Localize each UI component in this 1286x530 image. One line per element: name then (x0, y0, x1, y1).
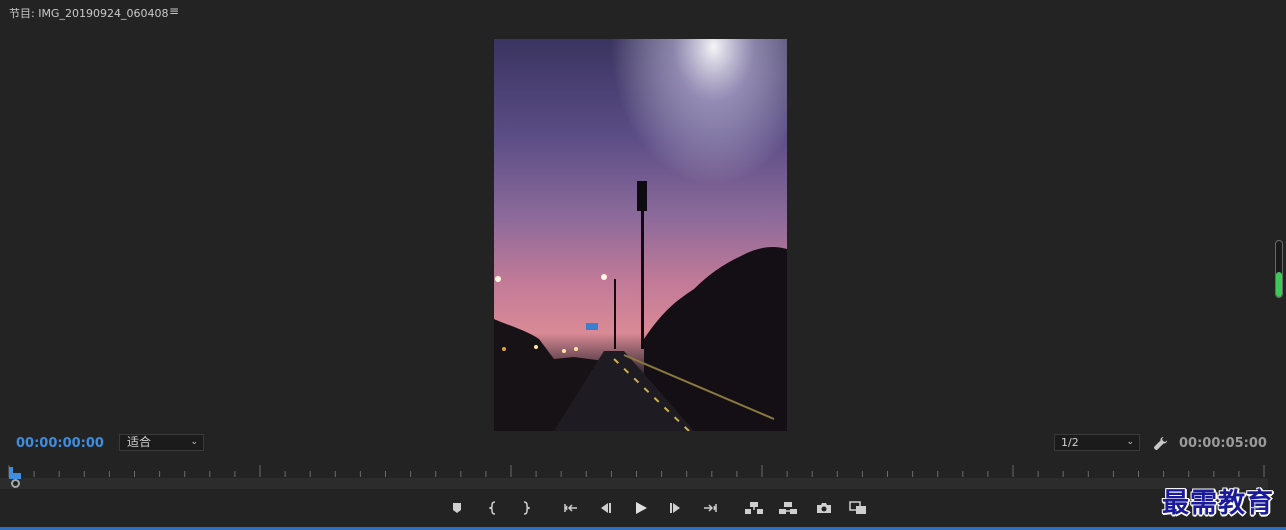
zoom-level-select[interactable]: 适合 ⌄ (119, 434, 204, 451)
step-back-button[interactable] (594, 497, 616, 519)
chevron-down-icon: ⌄ (1126, 437, 1134, 447)
comparison-view-icon (849, 501, 866, 514)
go-to-in-button[interactable] (560, 497, 582, 519)
lift-button[interactable] (743, 497, 765, 519)
zoom-level-value: 适合 (127, 435, 152, 449)
playback-resolution-value: 1/2 (1061, 436, 1079, 449)
lift-icon (745, 502, 763, 514)
go-to-out-button[interactable] (699, 497, 721, 519)
playhead-marker-icon[interactable] (9, 464, 21, 479)
export-frame-button[interactable] (813, 497, 835, 519)
mark-out-icon (523, 501, 530, 515)
play-button[interactable] (630, 497, 652, 519)
play-icon (636, 502, 647, 514)
scrub-handle[interactable] (11, 479, 20, 488)
camera-icon (817, 503, 831, 513)
chevron-down-icon: ⌄ (190, 437, 198, 447)
current-timecode[interactable]: 00:00:00:00 (16, 436, 104, 451)
comparison-view-button[interactable] (847, 497, 869, 519)
extract-icon (779, 502, 797, 514)
step-forward-button[interactable] (665, 497, 687, 519)
mark-in-button[interactable] (483, 497, 505, 519)
extract-button[interactable] (777, 497, 799, 519)
duration-timecode: 00:00:05:00 (1179, 436, 1267, 451)
marker-icon (453, 503, 461, 513)
add-button-icon[interactable]: + (1249, 500, 1261, 516)
panel-title: 节目: IMG_20190924_060408 (9, 7, 169, 20)
playback-resolution-select[interactable]: 1/2 ⌄ (1054, 434, 1140, 451)
panel-menu-icon[interactable]: ≡ (169, 4, 179, 18)
mark-in-icon (489, 501, 496, 515)
scrub-bar[interactable] (0, 478, 1268, 489)
program-video-frame (494, 39, 787, 431)
mark-out-button[interactable] (514, 497, 536, 519)
time-ruler[interactable] (0, 462, 1286, 478)
step-back-icon (601, 503, 611, 513)
go-to-out-icon (704, 504, 717, 512)
step-forward-icon (670, 503, 680, 513)
add-marker-button[interactable] (446, 497, 468, 519)
go-to-in-icon (564, 504, 577, 512)
volume-meter (1275, 240, 1283, 298)
volume-level-fill (1276, 271, 1282, 297)
wrench-icon[interactable] (1153, 436, 1168, 451)
